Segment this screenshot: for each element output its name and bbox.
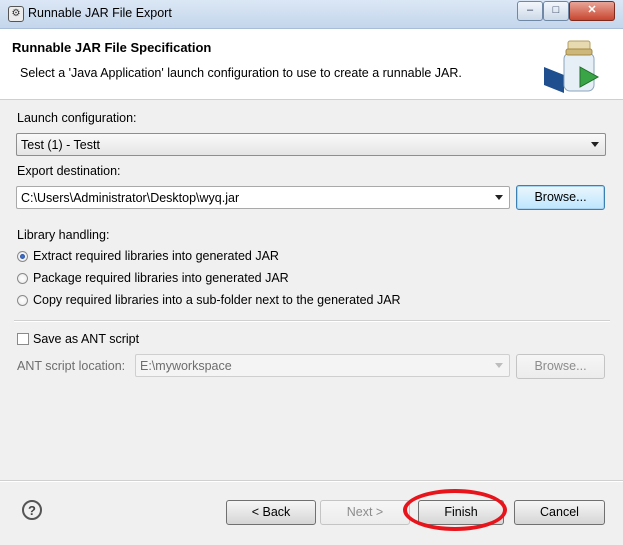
export-destination-combo[interactable]: C:\Users\Administrator\Desktop\wyq.jar [16,186,510,209]
section-divider [14,320,610,322]
chevron-down-icon [495,195,503,200]
launch-config-value: Test (1) - Testt [21,138,100,152]
ant-location-value: E:\myworkspace [140,359,232,373]
library-option-package-label: Package required libraries into generate… [33,271,289,285]
radio-extract[interactable] [17,251,28,262]
finish-button[interactable]: Finish [418,500,504,525]
chevron-down-icon [495,363,503,368]
help-icon[interactable]: ? [22,500,42,520]
jar-export-icon [544,40,600,93]
window-title: Runnable JAR File Export [28,6,172,20]
minimize-button[interactable]: – [517,1,543,21]
page-title: Runnable JAR File Specification [12,40,212,55]
save-ant-checkbox[interactable] [17,333,29,345]
export-browse-button[interactable]: Browse... [516,185,605,210]
ant-location-label: ANT script location: [17,359,126,373]
radio-package[interactable] [17,273,28,284]
export-destination-value: C:\Users\Administrator\Desktop\wyq.jar [21,191,240,205]
library-option-extract-label: Extract required libraries into generate… [33,249,279,263]
library-option-copy-label: Copy required libraries into a sub-folde… [33,293,401,307]
footer-divider [0,480,623,482]
chevron-down-icon [591,142,599,147]
close-window-button[interactable]: ✕ [569,1,615,21]
title-bar: ⚙ Runnable JAR File Export – □ ✕ [0,0,623,29]
eclipse-app-icon: ⚙ [8,6,24,22]
radio-copy[interactable] [17,295,28,306]
ant-browse-button[interactable]: Browse... [516,354,605,379]
maximize-button[interactable]: □ [543,1,569,21]
wizard-header: Runnable JAR File Specification Select a… [0,29,623,100]
back-button[interactable]: < Back [226,500,316,525]
library-handling-label: Library handling: [17,228,110,242]
ant-location-combo[interactable]: E:\myworkspace [135,354,510,377]
next-button[interactable]: Next > [320,500,410,525]
export-destination-label: Export destination: [17,164,121,178]
launch-config-label: Launch configuration: [17,111,137,125]
launch-config-select[interactable]: Test (1) - Testt [16,133,606,156]
cancel-button[interactable]: Cancel [514,500,605,525]
page-description: Select a 'Java Application' launch confi… [20,66,462,80]
save-ant-label: Save as ANT script [33,332,140,346]
